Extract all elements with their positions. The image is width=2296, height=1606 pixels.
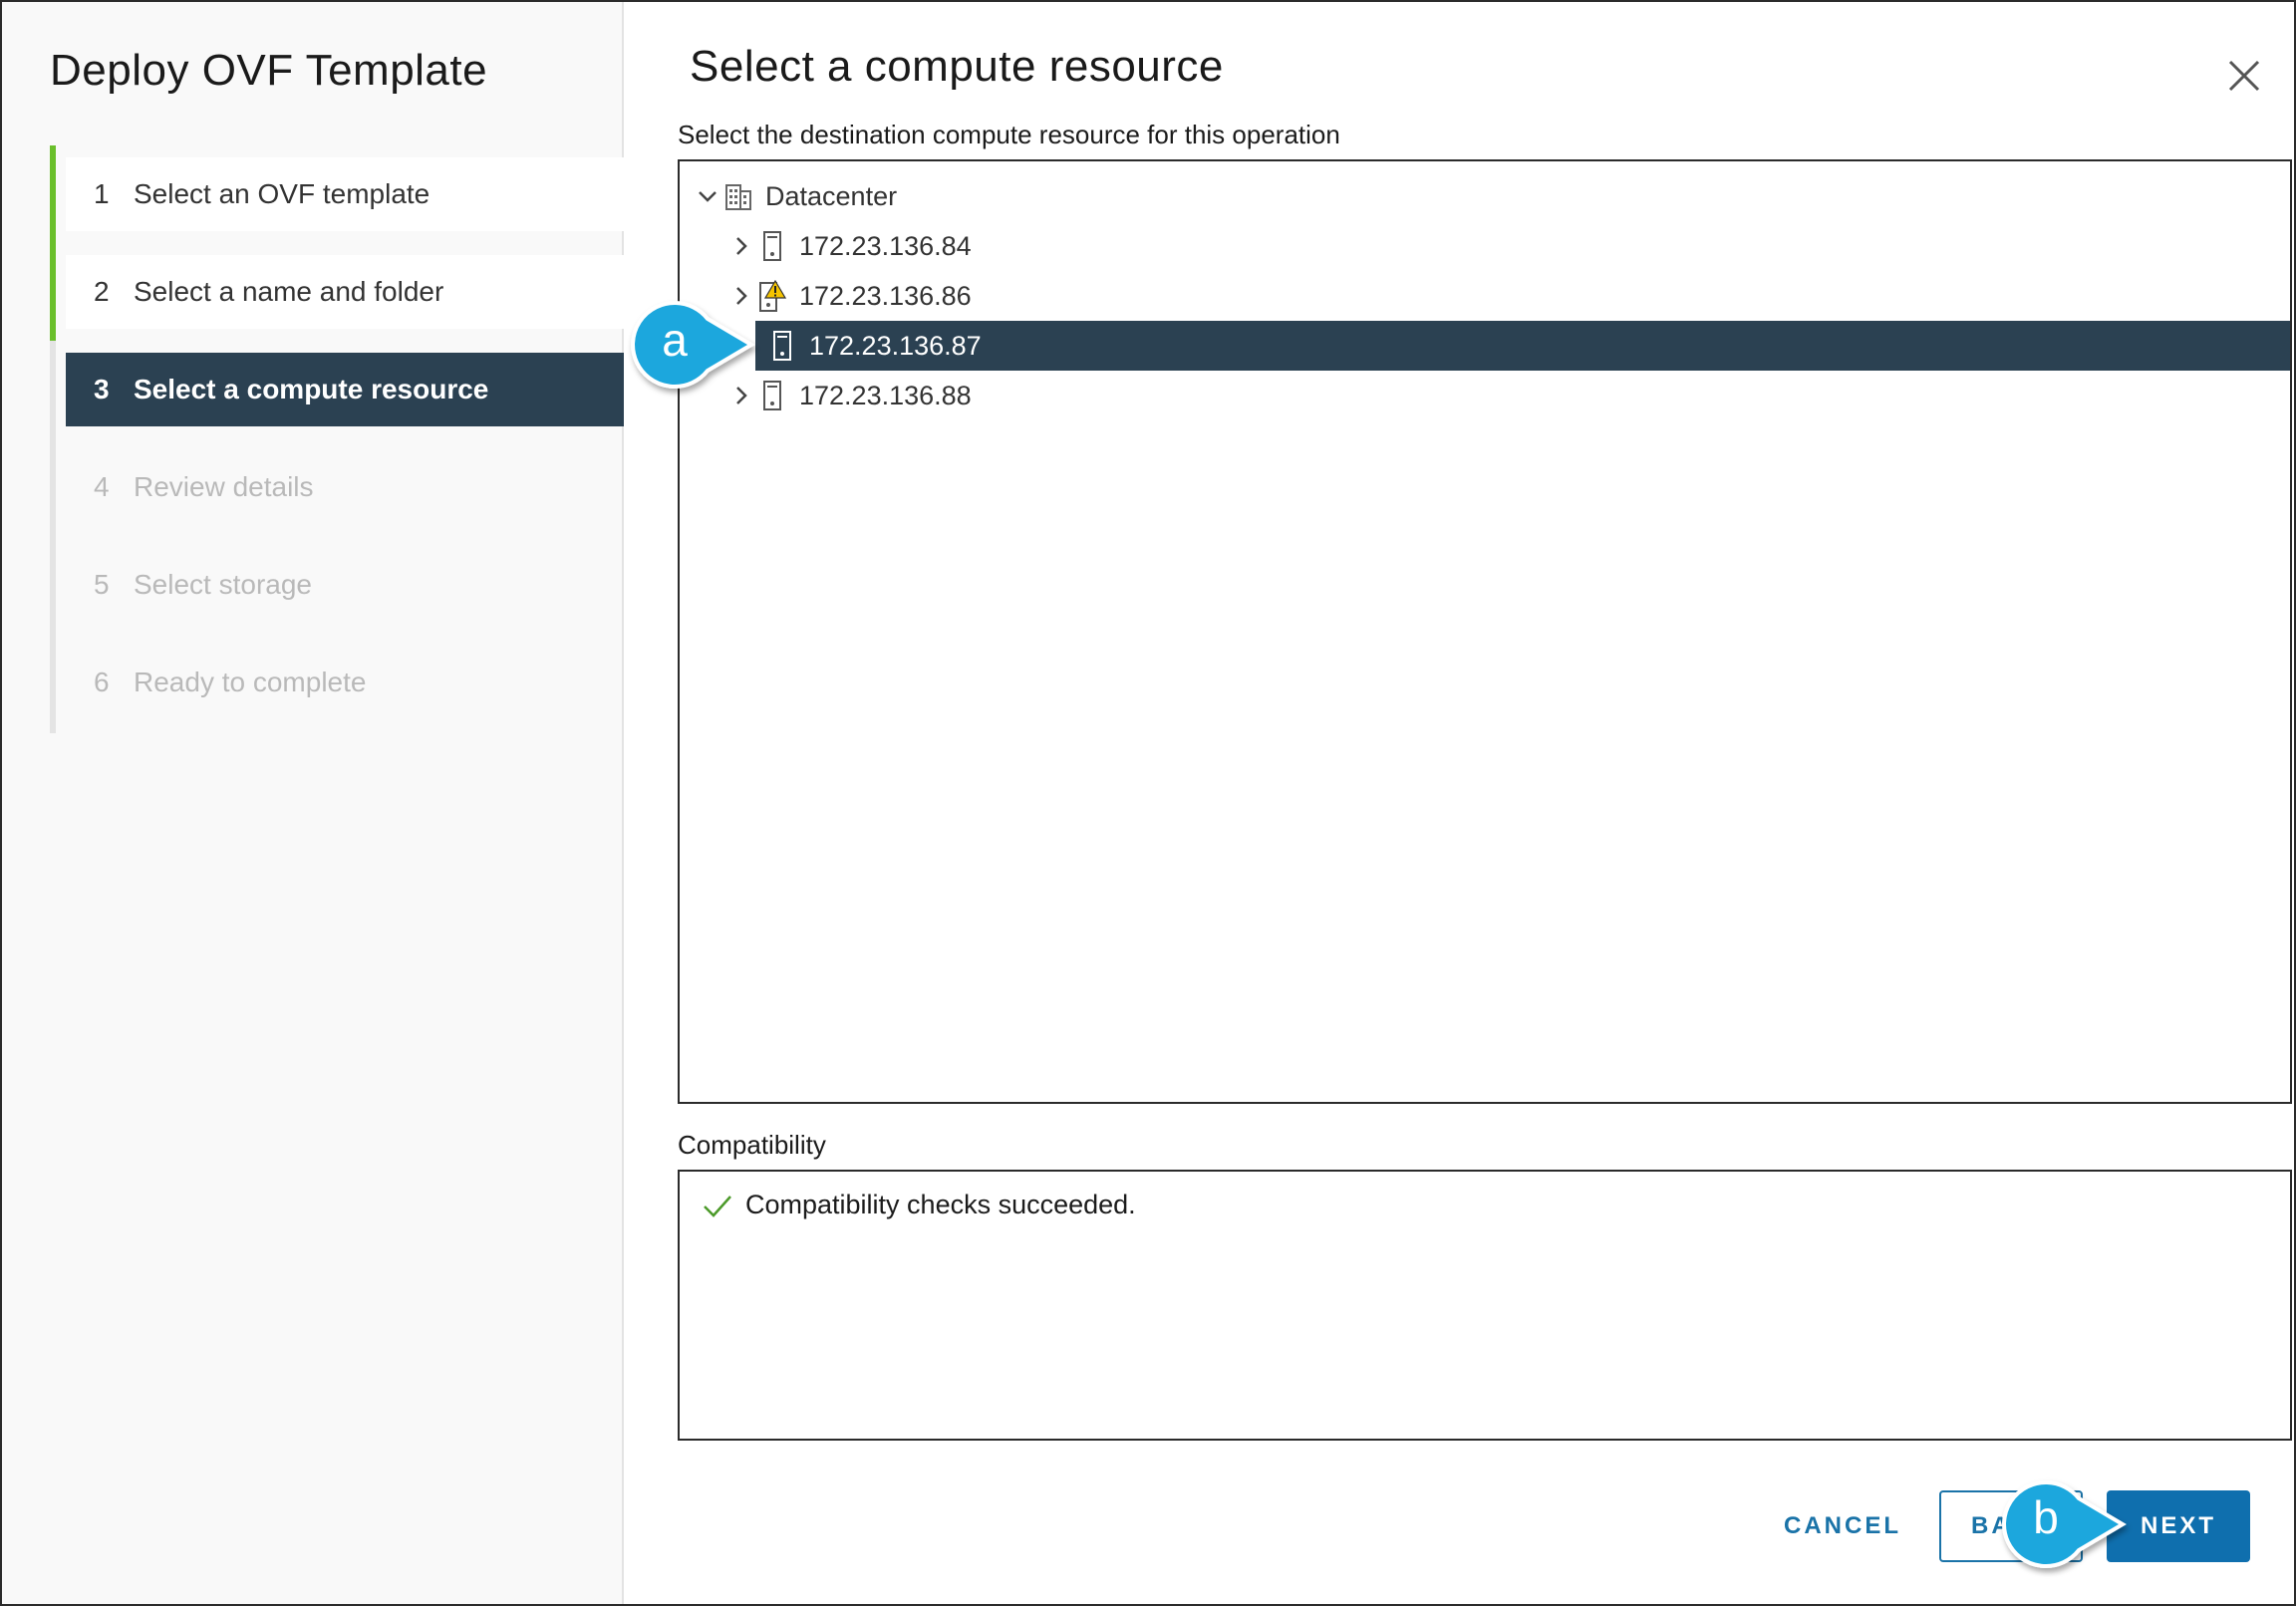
compute-resource-tree: Datacenter 172.23.136.84 172.23.136.86 1… (678, 159, 2292, 1104)
step-number: 6 (94, 667, 110, 697)
step-card: 1 Select an OVF template (66, 157, 624, 231)
callout-letter: b (2033, 1491, 2059, 1543)
callout-a: a (628, 297, 755, 393)
step-review-details: 4 Review details (50, 438, 624, 536)
step-label: Select a compute resource (134, 374, 489, 404)
host-icon (757, 229, 787, 263)
step-select-storage: 5 Select storage (50, 536, 624, 634)
step-ready-to-complete: 6 Ready to complete (50, 634, 624, 731)
deploy-ovf-dialog: Deploy OVF Template 1 Select an OVF temp… (0, 0, 2296, 1606)
tree-node-label: 172.23.136.86 (799, 280, 972, 311)
host-icon (767, 329, 797, 363)
wizard-title: Deploy OVF Template (50, 46, 488, 95)
step-rail-tail (50, 689, 56, 733)
datacenter-icon (723, 179, 753, 213)
chevron-right-icon[interactable] (725, 230, 757, 262)
tree-node-host[interactable]: 172.23.136.88 (725, 371, 972, 420)
step-card: 2 Select a name and folder (66, 255, 624, 329)
step-card: 3 Select a compute resource (66, 353, 624, 426)
step-rail (50, 438, 56, 536)
step-number: 4 (94, 471, 110, 502)
step-select-name-folder[interactable]: 2 Select a name and folder (50, 243, 624, 341)
step-label: Select a name and folder (134, 276, 444, 307)
step-card: 4 Review details (66, 450, 624, 524)
step-label: Ready to complete (134, 667, 367, 697)
tree-node-host-selected[interactable]: 172.23.136.87 (755, 321, 2290, 371)
step-rail (50, 243, 56, 341)
step-select-compute-resource[interactable]: 3 Select a compute resource (50, 341, 624, 438)
step-number: 5 (94, 569, 110, 600)
step-select-ovf-template[interactable]: 1 Select an OVF template (50, 145, 624, 243)
tree-node-label: Datacenter (765, 180, 898, 211)
chevron-down-icon[interactable] (692, 180, 723, 212)
host-warning-icon (757, 279, 787, 313)
step-rail (50, 341, 56, 438)
tree-node-datacenter[interactable]: Datacenter (692, 171, 897, 221)
wizard-nav: Deploy OVF Template 1 Select an OVF temp… (2, 2, 624, 1604)
tree-node-host[interactable]: 172.23.136.84 (725, 221, 972, 271)
step-number: 3 (94, 374, 110, 404)
tree-node-label: 172.23.136.84 (799, 230, 972, 261)
step-label: Select an OVF template (134, 178, 430, 209)
callout-letter: a (662, 314, 688, 366)
step-card: 5 Select storage (66, 548, 624, 622)
tree-node-label: 172.23.136.88 (799, 380, 972, 410)
compatibility-panel: Compatibility checks succeeded. (678, 1170, 2292, 1441)
close-icon[interactable] (2222, 54, 2266, 98)
step-number: 1 (94, 178, 110, 209)
compatibility-message: Compatibility checks succeeded. (702, 1190, 1136, 1220)
page-title: Select a compute resource (690, 42, 1224, 91)
step-label: Review details (134, 471, 314, 502)
step-rail (50, 536, 56, 634)
step-rail (50, 145, 56, 243)
cancel-button[interactable]: CANCEL (1766, 1490, 1919, 1562)
step-number: 2 (94, 276, 110, 307)
tree-node-host[interactable]: 172.23.136.86 (725, 271, 972, 321)
callout-b: b (1999, 1476, 2127, 1572)
tree-node-label: 172.23.136.87 (809, 330, 982, 361)
step-card: 6 Ready to complete (66, 646, 624, 719)
checkmark-icon (702, 1192, 733, 1219)
step-label: Select storage (134, 569, 312, 600)
compatibility-label: Compatibility (678, 1130, 826, 1160)
compatibility-message-text: Compatibility checks succeeded. (745, 1190, 1136, 1219)
page-subtitle: Select the destination compute resource … (678, 120, 1340, 149)
host-icon (757, 379, 787, 412)
wizard-steps: 1 Select an OVF template 2 Select a name… (50, 145, 624, 731)
